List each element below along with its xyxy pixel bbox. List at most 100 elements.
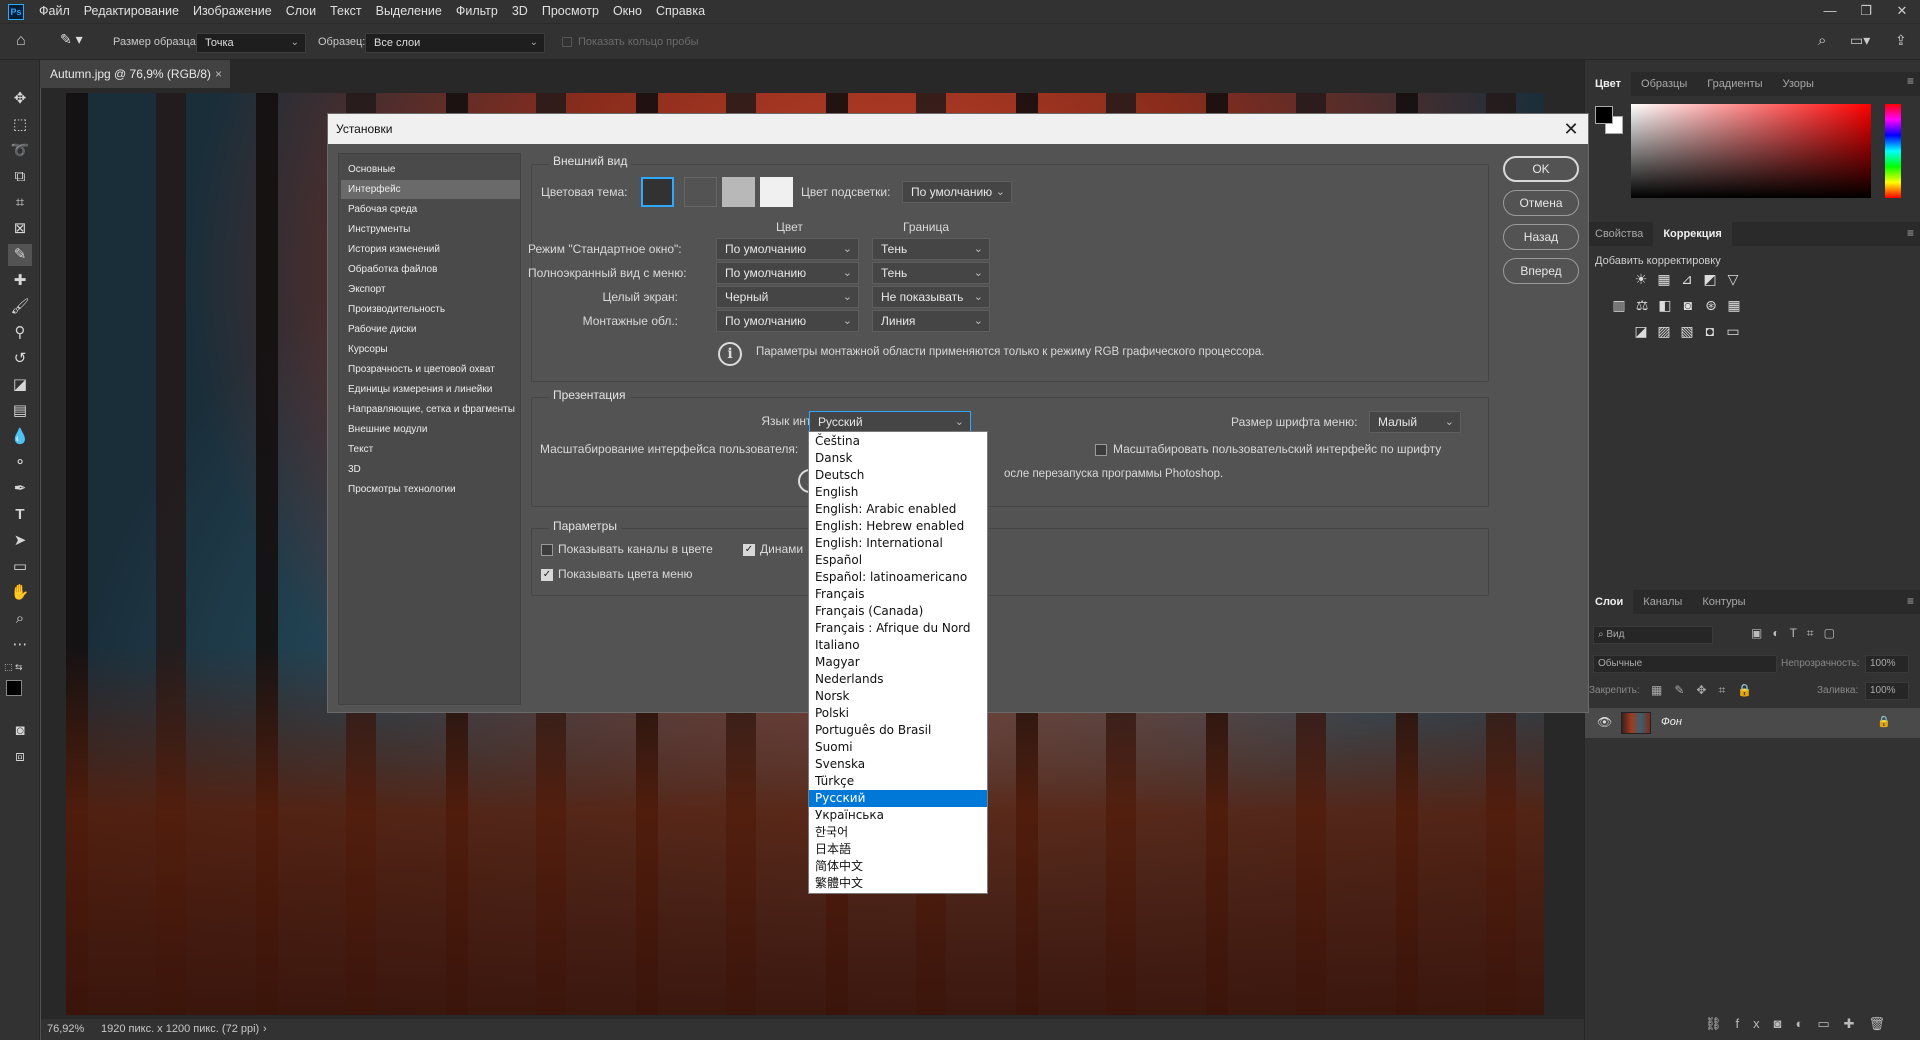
gradient-map-icon[interactable]: ◘ [1702,323,1718,339]
language-option[interactable]: Dansk [809,450,987,467]
eraser-tool-icon[interactable]: ◪ [8,374,32,396]
chevron-right-icon[interactable]: › [263,1019,267,1040]
black-white-icon[interactable]: ◧ [1657,297,1673,313]
language-option[interactable]: Русский [809,790,987,807]
color-panel-tab-2[interactable]: Градиенты [1697,72,1772,96]
sample-select[interactable]: Все слои ⌄ [365,33,545,53]
theme-darkest-swatch[interactable] [641,177,674,207]
language-option[interactable]: Magyar [809,654,987,671]
shape-tool-icon[interactable]: ▭ [8,556,32,578]
search-icon[interactable]: ⌕ [1818,32,1826,49]
color-balance-icon[interactable]: ⚖ [1634,297,1650,313]
sample-ring-checkbox[interactable] [562,37,572,47]
appearance-border-select[interactable]: Не показывать ⌄ [872,286,990,308]
language-option[interactable]: Türkçe [809,773,987,790]
marquee-tool-icon[interactable]: ⬚ [8,114,32,136]
exposure-icon[interactable]: ◩ [1702,271,1718,287]
threshold-icon[interactable]: ▧ [1679,323,1695,339]
nav-item-7[interactable]: Производительность [341,300,520,319]
language-option[interactable]: Polski [809,705,987,722]
nav-item-15[interactable]: 3D [341,460,520,479]
posterize-icon[interactable]: ▨ [1656,323,1672,339]
language-option[interactable]: 한국어 [809,824,987,841]
appearance-border-select[interactable]: Тень ⌄ [872,262,990,284]
menu-item-9[interactable]: Окно [606,0,649,23]
dodge-tool-icon[interactable]: ⚬ [8,452,32,474]
menu-item-7[interactable]: 3D [505,0,535,23]
home-icon[interactable]: ⌂ [16,32,38,52]
appearance-border-select[interactable]: Линия ⌄ [872,310,990,332]
opacity-input[interactable]: 100% [1865,655,1909,673]
nav-item-2[interactable]: Рабочая среда [341,200,520,219]
hue-saturation-icon[interactable]: ▥ [1611,297,1627,313]
swap-colors-icon[interactable]: ⬚ ⇆ [4,662,23,673]
object-select-tool-icon[interactable]: ⧉ [8,166,32,188]
ok-button[interactable]: OK [1503,156,1579,182]
stamp-tool-icon[interactable]: ⚲ [8,322,32,344]
fill-input[interactable]: 100% [1865,682,1909,700]
photoshop-logo-icon[interactable]: Ps [8,3,24,20]
language-option[interactable]: Português do Brasil [809,722,987,739]
document-tab[interactable]: Autumn.jpg @ 76,9% (RGB/8) × [40,60,230,88]
move-tool-icon[interactable]: ✥ [8,88,32,110]
close-window-icon[interactable]: ✕ [1884,0,1920,23]
photo-filter-icon[interactable]: ◙ [1680,297,1696,313]
nav-item-12[interactable]: Направляющие, сетка и фрагменты [341,400,520,419]
appearance-color-select[interactable]: Черный ⌄ [716,286,859,308]
hand-tool-icon[interactable]: ✋ [8,582,32,604]
restore-icon[interactable]: ❐ [1848,0,1884,23]
theme-lightest-swatch[interactable] [760,177,793,207]
invert-icon[interactable]: ◪ [1633,323,1649,339]
pen-tool-icon[interactable]: ✒ [8,478,32,500]
selective-color-icon[interactable]: ▭ [1725,323,1741,339]
adjustments-panel-tab-1[interactable]: Коррекция [1653,222,1732,246]
close-tab-icon[interactable]: × [215,60,222,88]
language-option[interactable]: Español: latinoamericano [809,569,987,586]
appearance-color-select[interactable]: По умолчанию ⌄ [716,238,859,260]
language-option[interactable]: English: International [809,535,987,552]
vibrance-icon[interactable]: ▽ [1725,271,1741,287]
language-option[interactable]: Deutsch [809,467,987,484]
layers-panel-tab-2[interactable]: Контуры [1692,590,1755,614]
gradient-tool-icon[interactable]: ▤ [8,400,32,422]
panel-menu-icon[interactable]: ≡ [1907,226,1914,240]
scale-by-font-checkbox[interactable] [1095,444,1107,456]
brush-tool-icon[interactable]: 🖌 [8,296,32,318]
menu-item-1[interactable]: Редактирование [77,0,186,23]
healing-tool-icon[interactable]: ✚ [8,270,32,292]
quick-mask-icon[interactable]: ◙ [8,720,32,742]
panel-menu-icon[interactable]: ≡ [1907,74,1914,88]
adjustments-panel-tab-0[interactable]: Свойства [1585,222,1653,246]
sample-size-select[interactable]: Точка ⌄ [196,33,306,53]
menu-font-size-select[interactable]: Малый ⌄ [1369,411,1461,433]
workspace-icon[interactable]: ▭▾ [1850,32,1870,49]
color-picker-field[interactable] [1631,104,1871,198]
eyedropper-tool-icon[interactable]: ✎ [8,244,32,266]
layer-filter-icons[interactable]: ▣◐T⌗▢ [1751,626,1845,641]
language-option[interactable]: Norsk [809,688,987,705]
menu-item-2[interactable]: Изображение [186,0,279,23]
nav-item-8[interactable]: Рабочие диски [341,320,520,339]
show-channels-color-checkbox[interactable] [541,544,553,556]
language-option[interactable]: 简体中文 [809,858,987,875]
language-option[interactable]: 日本語 [809,841,987,858]
theme-dark-swatch[interactable] [684,177,717,207]
lasso-tool-icon[interactable]: ➰ [8,140,32,162]
nav-item-1[interactable]: Интерфейс [341,180,520,199]
cancel-button[interactable]: Отмена [1503,190,1579,216]
language-option[interactable]: Français [809,586,987,603]
frame-tool-icon[interactable]: ⊠ [8,218,32,240]
layer-filter-select[interactable]: ⌕ Вид [1593,626,1713,644]
more-tools-icon[interactable]: ⋯ [8,634,32,656]
language-option[interactable]: Čeština [809,433,987,450]
nav-item-9[interactable]: Курсоры [341,340,520,359]
nav-item-3[interactable]: Инструменты [341,220,520,239]
language-option[interactable]: 繁體中文 [809,875,987,892]
language-option[interactable]: English [809,484,987,501]
levels-icon[interactable]: ▦ [1656,271,1672,287]
path-select-tool-icon[interactable]: ➤ [8,530,32,552]
appearance-color-select[interactable]: По умолчанию ⌄ [716,310,859,332]
forward-button[interactable]: Вперед [1503,258,1579,284]
color-panel-tab-3[interactable]: Узоры [1773,72,1824,96]
appearance-color-select[interactable]: По умолчанию ⌄ [716,262,859,284]
